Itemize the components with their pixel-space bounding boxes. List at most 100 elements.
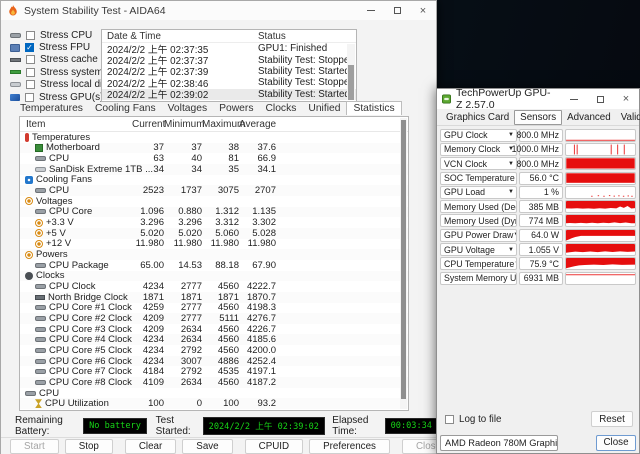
stat-minimum-cell: 0.880 — [164, 206, 202, 217]
table-row[interactable]: CPU Core1.0960.8801.3121.135 — [20, 207, 408, 218]
sensor-gpu-load-dropdown[interactable]: GPU Load▼ — [440, 186, 517, 199]
sensor-gpu-power-draw-dropdown[interactable]: GPU Power Draw▼ — [440, 229, 517, 242]
table-row[interactable]: CPU Package65.0014.5388.1867.90 — [20, 260, 408, 271]
statistics-scrollbar-thumb[interactable] — [401, 120, 406, 399]
table-row[interactable]: Powers — [20, 249, 408, 260]
log-scrollbar[interactable] — [347, 44, 355, 100]
save-button[interactable]: Save — [182, 439, 232, 454]
stress-stress-cpu-checkbox[interactable] — [26, 31, 35, 40]
stat-maximum-cell: 1.312 — [202, 206, 239, 217]
reset-button[interactable]: Reset — [591, 411, 633, 427]
table-row[interactable]: Voltages — [20, 196, 408, 207]
log-to-file-checkbox[interactable] — [445, 415, 454, 424]
aida64-window: System Stability Test - AIDA64 × Stress … — [0, 0, 437, 454]
stat-item-label: CPU — [49, 185, 69, 196]
stress-stress-cache-checkbox[interactable] — [26, 55, 35, 64]
maximize-icon[interactable] — [587, 89, 613, 109]
table-row[interactable]: CPU Utilization100010093.2 — [20, 398, 408, 409]
close-icon[interactable]: × — [410, 1, 436, 20]
statistics-scrollbar[interactable] — [400, 118, 407, 409]
sensor-memory-used-dynamic-dropdown[interactable]: Memory Used (Dynamic)▼ — [440, 214, 517, 227]
maximize-icon[interactable] — [384, 1, 410, 20]
tab-graphics-card[interactable]: Graphics Card — [441, 111, 514, 124]
stop-button[interactable]: Stop — [65, 439, 113, 454]
stat-item-cell: CPU Core #3 Clock — [20, 324, 132, 335]
table-row[interactable]: CPU Core #4 Clock4234263445604185.6 — [20, 334, 408, 345]
chevron-down-icon: ▼ — [508, 132, 514, 138]
stat-item-cell: +3.3 V — [20, 217, 132, 228]
tab-sensors[interactable]: Sensors — [514, 110, 562, 125]
stat-item-label: +3.3 V — [46, 217, 74, 228]
sensor-memory-used-dedicated-dropdown[interactable]: Memory Used (Dedicated)▼ — [440, 200, 517, 213]
table-row[interactable]: CPU — [20, 388, 408, 399]
sensor-gpu-voltage-dropdown[interactable]: GPU Voltage▼ — [440, 243, 517, 256]
gpuz-close-button[interactable]: Close — [596, 435, 636, 451]
stat-maximum-cell: 88.18 — [202, 260, 239, 271]
sensor-soc-temperature-dropdown[interactable]: SOC Temperature▼ — [440, 172, 517, 185]
sensor-row: GPU Voltage▼1.055 V — [440, 242, 636, 256]
table-row[interactable]: Clocks — [20, 271, 408, 282]
table-row[interactable]: CPU2523173730752707 — [20, 185, 408, 196]
stat-maximum-cell: 5111 — [202, 313, 239, 324]
minimize-icon[interactable] — [561, 89, 587, 109]
stress-stress-fpu-checkbox[interactable]: ✓ — [25, 43, 34, 52]
table-row[interactable]: CPU Core #7 Clock4184279245354197.1 — [20, 366, 408, 377]
clear-button[interactable]: Clear — [125, 439, 176, 454]
tab-statistics[interactable]: Statistics — [346, 101, 401, 115]
sensor-memory-clock-dropdown[interactable]: Memory Clock▼ — [440, 143, 517, 156]
sensor-system-memory-used-dropdown[interactable]: System Memory Used▼ — [440, 272, 517, 285]
log-scrollbar-thumb[interactable] — [348, 65, 354, 100]
stat-average-cell: 4200.0 — [239, 345, 276, 356]
table-row[interactable]: +3.3 V3.2963.2963.3123.302 — [20, 217, 408, 228]
stat-maximum-cell: 4560 — [202, 377, 239, 388]
tab-powers[interactable]: Powers — [213, 102, 259, 115]
table-row[interactable]: CPU Core #2 Clock4209277751114276.7 — [20, 313, 408, 324]
table-row[interactable]: CPU Core #1 Clock4259277745604198.3 — [20, 303, 408, 314]
stat-item-label: Temperatures — [32, 132, 90, 143]
stat-item-cell: CPU Clock — [20, 281, 132, 292]
col-maximum: Maximum — [202, 119, 239, 130]
table-row[interactable]: CPU Core #8 Clock4109263445604187.2 — [20, 377, 408, 388]
preferences-button[interactable]: Preferences — [309, 439, 390, 454]
tab-temperatures[interactable]: Temperatures — [14, 102, 89, 115]
table-row[interactable]: CPU Core #6 Clock4234300748864252.4 — [20, 356, 408, 367]
stat-maximum-cell: 3075 — [202, 185, 239, 196]
elapsed-time-label: Elapsed Time: — [332, 415, 378, 437]
minimize-icon[interactable] — [358, 1, 384, 20]
table-row[interactable]: Cooling Fans — [20, 175, 408, 186]
gpu-selector-value: AMD Radeon 780M Graphics — [445, 438, 558, 448]
table-row[interactable]: CPU Core #5 Clock4234279245604200.0 — [20, 345, 408, 356]
table-row[interactable]: North Bridge Clock1871187118711870.7 — [20, 292, 408, 303]
stat-item-label: CPU Core #2 Clock — [49, 313, 132, 324]
table-row[interactable]: CPU Core #3 Clock4209263445604226.7 — [20, 324, 408, 335]
stat-item-label: CPU — [39, 388, 59, 399]
gpu-selector-dropdown[interactable]: AMD Radeon 780M Graphics ▾ — [440, 435, 558, 451]
sensor-gpu-clock-dropdown[interactable]: GPU Clock▼ — [440, 129, 517, 142]
table-row[interactable]: CPU Clock4234277745604222.7 — [20, 281, 408, 292]
stat-item-label: CPU Clock — [49, 281, 95, 292]
close-icon[interactable]: × — [613, 89, 639, 109]
table-row[interactable]: +12 V11.98011.98011.98011.980 — [20, 239, 408, 250]
stat-item-label: Cooling Fans — [36, 174, 92, 185]
cpuid-button[interactable]: CPUID — [245, 439, 303, 454]
table-row[interactable]: +5 V5.0205.0205.0605.028 — [20, 228, 408, 239]
aida64-window-title: System Stability Test - AIDA64 — [24, 5, 166, 17]
sensor-name: VCN Clock — [444, 159, 487, 169]
sensor-cpu-temperature-dropdown[interactable]: CPU Temperature▼ — [440, 257, 517, 270]
sensor-vcn-clock-dropdown[interactable]: VCN Clock▼ — [440, 157, 517, 170]
stress-stress-system-memory-checkbox[interactable] — [26, 68, 35, 77]
log-row[interactable]: 2024/2/2 上午 02:39:02Stability Test: Star… — [102, 89, 356, 100]
gpuz-window-title: TechPowerUp GPU-Z 2.57.0 — [456, 87, 556, 111]
stat-average-cell: 2707 — [239, 185, 276, 196]
tab-voltages[interactable]: Voltages — [162, 102, 214, 115]
tab-validation[interactable]: Validation — [616, 111, 640, 124]
table-row[interactable]: CPU63408166.9 — [20, 153, 408, 164]
table-row[interactable]: SanDisk Extreme 1TB ...34343534.1 — [20, 164, 408, 175]
tab-cooling-fans[interactable]: Cooling Fans — [89, 102, 162, 115]
stress-stress-local-disks-checkbox[interactable] — [26, 80, 35, 89]
tab-unified[interactable]: Unified — [302, 102, 346, 115]
table-row[interactable]: Motherboard37373837.6 — [20, 143, 408, 154]
tab-advanced[interactable]: Advanced — [562, 111, 616, 124]
table-row[interactable]: Temperatures — [20, 132, 408, 143]
tab-clocks[interactable]: Clocks — [259, 102, 302, 115]
